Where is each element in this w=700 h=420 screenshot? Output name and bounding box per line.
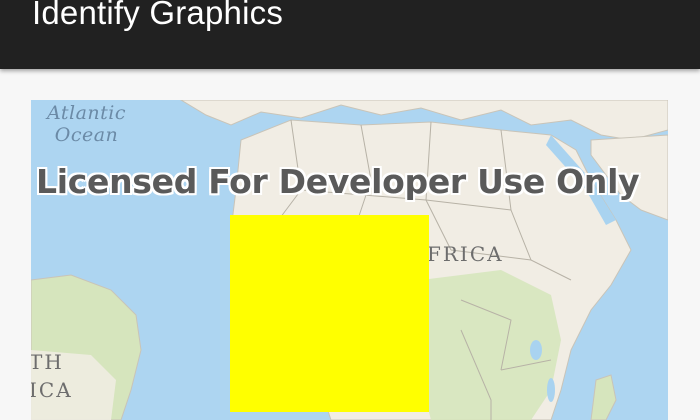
developer-watermark: Licensed For Developer Use Only (36, 162, 640, 201)
south-africa-label: TH ICA (31, 348, 73, 404)
map-view[interactable]: Atlantic Ocean FRICA TH ICA Licensed For… (31, 100, 668, 420)
app-title: Identify Graphics (32, 0, 284, 31)
africa-label: FRICA (427, 242, 504, 266)
ocean-label: Atlantic Ocean (47, 102, 126, 146)
ocean-label-line1: Atlantic (47, 102, 127, 124)
app-bar: Identify Graphics (0, 0, 700, 69)
south-africa-label-line1: TH (31, 350, 64, 374)
ocean-label-line2: Ocean (54, 124, 119, 146)
south-africa-label-line2: ICA (31, 378, 73, 402)
yellow-square-graphic[interactable] (230, 215, 429, 412)
